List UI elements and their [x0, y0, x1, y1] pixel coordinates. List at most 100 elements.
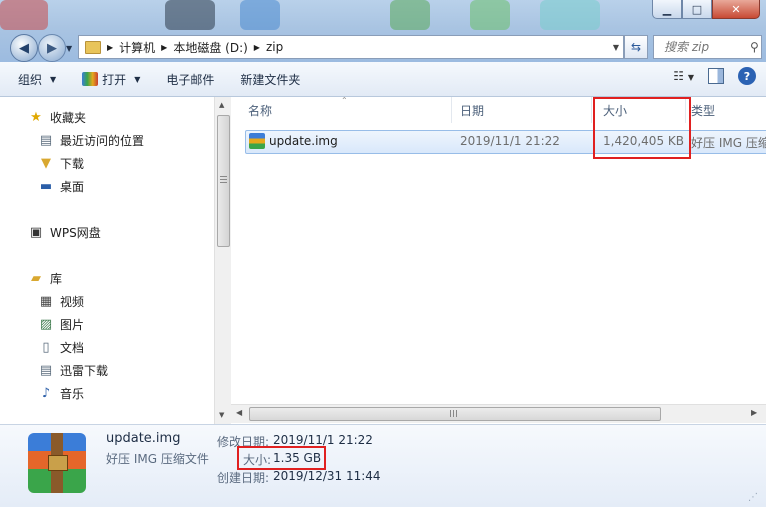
nav-label: 桌面 [60, 179, 85, 194]
video-icon: ▦ [39, 293, 53, 309]
nav-videos[interactable]: ▦ 视频 [38, 291, 84, 311]
background-blur [390, 0, 430, 30]
window-controls: ▁ □ ✕ [652, 0, 760, 19]
command-bar: 组织 ▼ 打开 ▼ 电子邮件 新建文件夹 ☷ ▼ ? [0, 62, 766, 97]
file-type: 好压 IMG 压缩文件 [691, 136, 766, 150]
chevron-right-icon[interactable]: ▶ [161, 43, 167, 52]
nav-label: 收藏夹 [50, 110, 87, 125]
chevron-right-icon[interactable]: ▶ [254, 43, 260, 52]
nav-label: 视频 [60, 294, 85, 309]
nav-label: 库 [50, 271, 63, 286]
scroll-down-icon[interactable]: ▼ [219, 411, 224, 419]
back-button[interactable]: ◀ [10, 34, 38, 62]
created-value: 2019/12/31 11:44 [273, 469, 381, 483]
forward-button[interactable]: ▶ [38, 34, 66, 62]
file-list: ⌃ 名称 日期 大小 类型 update.img 2019/11/1 21:22… [231, 96, 766, 424]
navigation-pane: ★ 收藏夹 ▤ 最近访问的位置 ▼ 下载 ▬ 桌面 ▣ WPS网盘 ▰ 库 ▦ … [0, 97, 214, 424]
nav-label: 图片 [60, 317, 85, 332]
search-input[interactable] [662, 39, 750, 55]
sort-indicator-icon: ⌃ [341, 96, 348, 105]
nav-label: 音乐 [60, 386, 85, 401]
recent-places-icon: ▤ [39, 132, 53, 148]
modified-value: 2019/11/1 21:22 [273, 433, 373, 447]
downloads-folder-icon: ▼ [41, 155, 51, 171]
folder-icon [85, 40, 101, 54]
horizontal-scrollbar[interactable]: ◀ ▶ [231, 404, 766, 423]
column-label: 类型 [691, 103, 716, 118]
nav-label: WPS网盘 [50, 225, 101, 240]
email-label: 电子邮件 [166, 72, 215, 87]
breadcrumb-zip[interactable]: zip [266, 40, 283, 54]
nav-desktop[interactable]: ▬ 桌面 [38, 176, 84, 196]
column-label: 名称 [248, 103, 273, 118]
nav-music[interactable]: ♪ 音乐 [38, 383, 84, 403]
new-folder-label: 新建文件夹 [240, 72, 301, 87]
breadcrumb-computer[interactable]: 计算机 [119, 39, 155, 56]
chevron-right-icon[interactable]: ▶ [107, 43, 113, 52]
email-button[interactable]: 电子邮件 [158, 67, 222, 91]
refresh-button[interactable]: ⇆ [624, 35, 648, 59]
search-icon[interactable]: ⚲ [750, 40, 759, 54]
organize-button[interactable]: 组织 ▼ [10, 67, 64, 91]
large-archive-icon [28, 433, 86, 493]
details-pane: update.img 好压 IMG 压缩文件 修改日期: 2019/11/1 2… [0, 424, 766, 507]
nav-documents[interactable]: ▯ 文档 [38, 337, 84, 357]
music-icon: ♪ [41, 385, 51, 401]
chevron-down-icon: ▼ [50, 74, 57, 84]
background-blur [470, 0, 510, 30]
nav-label: 迅雷下载 [60, 363, 109, 378]
view-options-icon[interactable]: ☷ ▼ [673, 69, 694, 83]
nav-recent-places[interactable]: ▤ 最近访问的位置 [38, 130, 144, 150]
nav-pictures[interactable]: ▨ 图片 [38, 314, 84, 334]
background-blur [240, 0, 280, 30]
column-divider[interactable] [591, 97, 592, 123]
archive-file-icon [249, 133, 265, 149]
nav-libraries[interactable]: ▰ 库 [28, 268, 62, 288]
close-button[interactable]: ✕ [712, 0, 760, 19]
history-dropdown-icon[interactable]: ▼ [66, 44, 72, 53]
wps-drive-icon: ▣ [29, 224, 43, 240]
forward-arrow-icon: ▶ [47, 40, 57, 56]
new-folder-button[interactable]: 新建文件夹 [232, 67, 308, 91]
window-chrome: ▁ □ ✕ ◀ ▶ ▼ ▶ 计算机 ▶ 本地磁盘 (D:) ▶ zip ▼ ⇆ … [0, 0, 766, 62]
scroll-right-icon[interactable]: ▶ [751, 408, 757, 417]
resize-grip-icon[interactable]: ⋰ [748, 492, 758, 503]
background-blur [540, 0, 600, 30]
column-header-type[interactable]: 类型 [691, 97, 715, 123]
file-name: update.img [269, 134, 338, 148]
column-header-date[interactable]: 日期 [460, 97, 484, 123]
preview-pane-icon[interactable] [708, 68, 724, 84]
nav-wps-drive[interactable]: ▣ WPS网盘 [28, 222, 101, 242]
details-size-highlight-box [237, 446, 326, 470]
nav-downloads[interactable]: ▼ 下载 [38, 153, 84, 173]
scroll-left-icon[interactable]: ◀ [236, 408, 242, 417]
desktop-icon: ▬ [39, 178, 53, 194]
back-arrow-icon: ◀ [19, 40, 29, 56]
minimize-button[interactable]: ▁ [652, 0, 682, 19]
search-box[interactable]: ⚲ [653, 35, 762, 59]
column-divider[interactable] [451, 97, 452, 123]
address-bar[interactable]: ▶ 计算机 ▶ 本地磁盘 (D:) ▶ zip ▼ [78, 35, 624, 59]
scroll-up-icon[interactable]: ▲ [219, 101, 224, 109]
scrollbar-thumb[interactable] [249, 407, 661, 421]
details-filetype: 好压 IMG 压缩文件 [106, 452, 209, 466]
help-icon[interactable]: ? [738, 67, 756, 85]
file-date: 2019/11/1 21:22 [460, 134, 560, 148]
background-blur [0, 0, 48, 30]
scrollbar-thumb[interactable] [217, 115, 230, 247]
nav-scrollbar[interactable]: ▲ ▼ [214, 97, 231, 424]
address-dropdown-icon[interactable]: ▼ [613, 43, 619, 52]
open-label: 打开 [102, 72, 127, 87]
nav-label: 文档 [60, 340, 85, 355]
nav-xunlei-downloads[interactable]: ▤ 迅雷下载 [38, 360, 108, 380]
column-label: 日期 [460, 103, 485, 118]
downloads-library-icon: ▤ [39, 362, 53, 378]
background-blur [165, 0, 215, 30]
open-button[interactable]: 打开 ▼ [74, 67, 148, 91]
documents-icon: ▯ [42, 339, 50, 355]
nav-favorites[interactable]: ★ 收藏夹 [28, 107, 86, 127]
maximize-button[interactable]: □ [682, 0, 712, 19]
breadcrumb-drive[interactable]: 本地磁盘 (D:) [173, 39, 247, 56]
column-header-name[interactable]: 名称 [248, 97, 272, 123]
size-highlight-box [593, 97, 691, 159]
